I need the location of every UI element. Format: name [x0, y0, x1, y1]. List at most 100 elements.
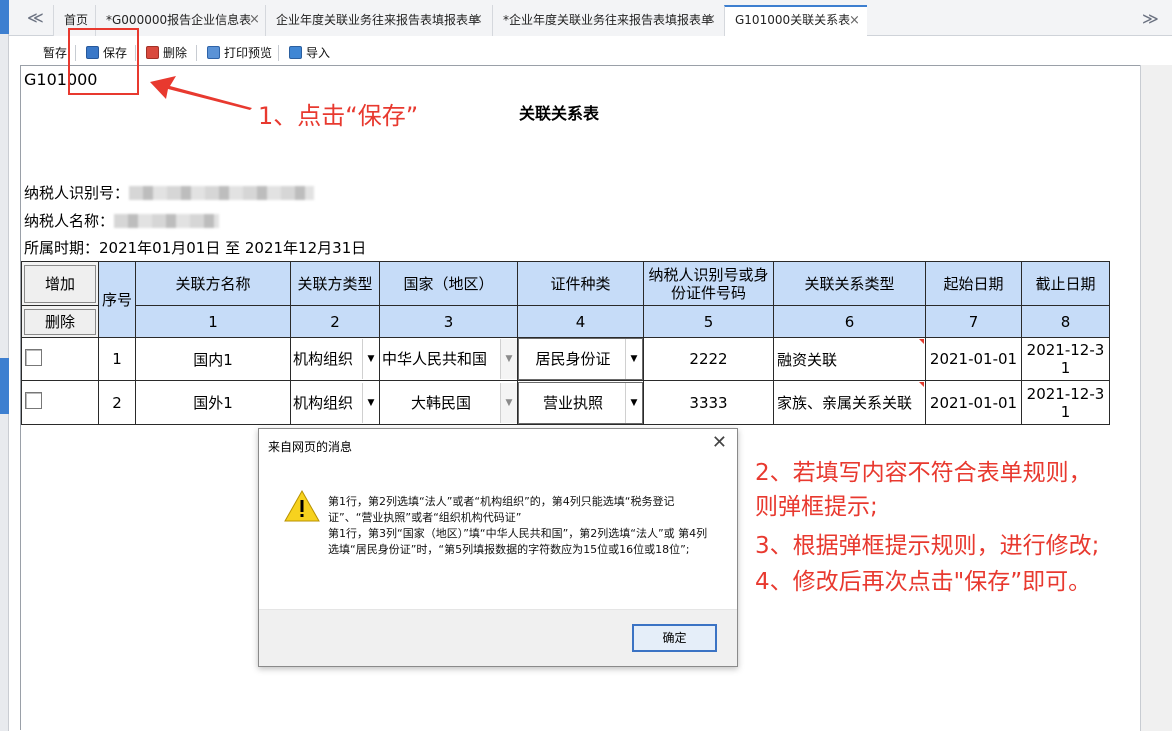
start-date-cell[interactable]: 2021-01-01 [925, 380, 1022, 425]
annotation-step2: 2、若填写内容不符合表单规则， [755, 460, 1092, 486]
col-header: 证件种类 [517, 261, 644, 306]
tab-close-icon[interactable]: × [705, 5, 716, 35]
dropdown-arrow-icon[interactable]: ▼ [362, 339, 379, 379]
col-header: 关联方名称 [135, 261, 291, 306]
row-checkbox[interactable] [25, 348, 42, 366]
relation-table: 增加 序号 关联方名称 关联方类型 国家（地区） 证件种类 纳税人识别号或身份证… [21, 261, 1110, 425]
dialog-close-icon[interactable]: ✕ [712, 432, 727, 453]
dialog-footer: 确定 [259, 609, 737, 666]
table-row: 2 国外1 机构组织 ▼ 大韩民国 ▼ 营业执照 ▼ 3333 家族、亲属关系关联 2… [21, 380, 1110, 425]
country-select[interactable]: 中华人民共和国 ▼ [379, 337, 518, 381]
import-icon [289, 46, 302, 59]
col-number: 1 [135, 305, 291, 338]
dropdown-arrow-icon[interactable]: ▼ [625, 382, 642, 423]
seq-cell: 2 [98, 380, 136, 425]
name-cell[interactable]: 国外1 [135, 380, 291, 425]
import-button[interactable]: 导入 [289, 43, 330, 63]
start-date-cell[interactable]: 2021-01-01 [925, 337, 1022, 381]
ok-button[interactable]: 确定 [632, 624, 717, 652]
dialog-message-line1: 第1行，第2列选填“法人”或者“机构组织”的，第4列只能选填“税务登记证”、“营… [328, 495, 675, 524]
annotation-step4: 4、修改后再次点击"保存”即可。 [755, 569, 1092, 595]
cert-value: 居民身份证 [535, 350, 611, 368]
redacted-taxpayer-name [114, 214, 220, 228]
form-title: 关联关系表 [519, 104, 600, 123]
table-row: 1 国内1 机构组织 ▼ 中华人民共和国 ▼ 居民身份证 ▼ 2222 融资关联 20… [21, 337, 1110, 381]
print-preview-label: 打印预览 [224, 46, 273, 60]
toolbar-divider [278, 45, 279, 61]
tab-label: *企业年度关联业务往来报告表填报表单 [503, 13, 714, 27]
country-select[interactable]: 大韩民国 ▼ [379, 380, 518, 425]
dropdown-arrow-icon[interactable]: ▼ [625, 339, 642, 379]
cert-select[interactable]: 营业执照 ▼ [517, 380, 644, 425]
col-number: 2 [290, 305, 380, 338]
tab-label: *G000000报告企业信息表 [106, 13, 252, 27]
app-window: ◀ ≪ 首页 *G000000报告企业信息表 × 企业年度关联业务往来报告表填报… [0, 0, 1172, 731]
delete-button[interactable]: 删除 [146, 43, 187, 63]
annotation-step3: 3、根据弹框提示规则，进行修改; [755, 533, 1100, 559]
col-header: 国家（地区） [379, 261, 518, 306]
col-header: 截止日期 [1021, 261, 1110, 306]
end-date-cell[interactable]: 2021-12-31 [1021, 337, 1110, 381]
taxpayer-name-label: 纳税人名称： [24, 212, 115, 230]
tab-close-icon[interactable]: × [472, 5, 483, 35]
delete-icon [146, 46, 159, 59]
delete-row-button[interactable]: 删除 [24, 308, 96, 335]
cert-select[interactable]: 居民身份证 ▼ [517, 337, 644, 381]
relation-type-cell[interactable]: 家族、亲属关系关联 [773, 380, 926, 425]
relation-type-cell[interactable]: 融资关联 [773, 337, 926, 381]
print-preview-button[interactable]: 打印预览 [207, 43, 272, 63]
import-label: 导入 [306, 46, 331, 60]
name-cell[interactable]: 国内1 [135, 337, 291, 381]
tab-report-form[interactable]: 企业年度关联业务往来报告表填报表单 × [265, 5, 493, 36]
row-checkbox[interactable] [25, 392, 42, 409]
taxpayer-name-line: 纳税人名称： [24, 210, 220, 231]
annotation-step2b: 则弹框提示; [755, 494, 878, 520]
type-value: 机构组织 [293, 350, 354, 368]
redacted-taxpayer-id [129, 186, 315, 200]
row-select-cell [21, 337, 99, 381]
tab-label: 首页 [64, 13, 89, 27]
dialog-title: 来自网页的消息 [268, 440, 353, 454]
tabs-scroll-right-icon[interactable]: ≫ [1142, 9, 1159, 28]
dropdown-arrow-icon[interactable]: ▼ [500, 339, 517, 379]
sidebar-accent [0, 0, 9, 34]
col-number: 3 [379, 305, 518, 338]
tab-report-form-modified[interactable]: *企业年度关联业务往来报告表填报表单 × [492, 5, 725, 36]
tabs-scroll-left-icon[interactable]: ≪ [27, 8, 44, 27]
taxpayer-id-line: 纳税人识别号： [24, 182, 315, 203]
toolbar: 暂存 保存 删除 打印预览 导入 [20, 41, 1172, 65]
temp-save-button[interactable]: 暂存 [43, 43, 67, 63]
comment-marker-icon [919, 339, 924, 344]
add-row-button[interactable]: 增加 [24, 264, 96, 303]
col-header: 关联关系类型 [773, 261, 926, 306]
toolbar-divider [196, 45, 197, 61]
tab-close-icon[interactable]: × [249, 5, 260, 35]
tab-g101000[interactable]: G101000关联关系表 × [724, 5, 867, 36]
col-header: 起始日期 [925, 261, 1022, 306]
col-number: 6 [773, 305, 926, 338]
annotation-step1: 1、点击“保存” [258, 102, 419, 130]
dropdown-arrow-icon[interactable]: ▼ [362, 382, 379, 423]
delete-label: 删除 [163, 46, 188, 60]
id-number-cell[interactable]: 2222 [643, 337, 774, 381]
sidebar-collapse-handle[interactable]: ◀ [0, 358, 9, 414]
seq-cell: 1 [98, 337, 136, 381]
col-header: 关联方类型 [290, 261, 380, 306]
type-select[interactable]: 机构组织 ▼ [290, 337, 380, 381]
relation-type-value: 融资关联 [777, 350, 838, 369]
country-value: 大韩民国 [410, 393, 471, 412]
warning-icon [284, 489, 320, 522]
tab-label: 企业年度关联业务往来报告表填报表单 [276, 13, 481, 27]
type-select[interactable]: 机构组织 ▼ [290, 380, 380, 425]
comment-marker-icon [919, 382, 924, 387]
message-dialog: 来自网页的消息 ✕ 第1行，第2列选填“法人”或者“机构组织”的，第4列只能选填… [258, 428, 738, 667]
end-date-cell[interactable]: 2021-12-31 [1021, 380, 1110, 425]
country-value: 中华人民共和国 [382, 350, 488, 368]
tab-close-icon[interactable]: × [849, 7, 860, 34]
col-header: 纳税人识别号或身份证件号码 [643, 261, 774, 306]
dropdown-arrow-icon[interactable]: ▼ [500, 382, 517, 423]
row-select-cell [21, 380, 99, 425]
id-number-cell[interactable]: 3333 [643, 380, 774, 425]
type-value: 机构组织 [293, 393, 354, 412]
taxpayer-id-label: 纳税人识别号： [24, 184, 130, 202]
